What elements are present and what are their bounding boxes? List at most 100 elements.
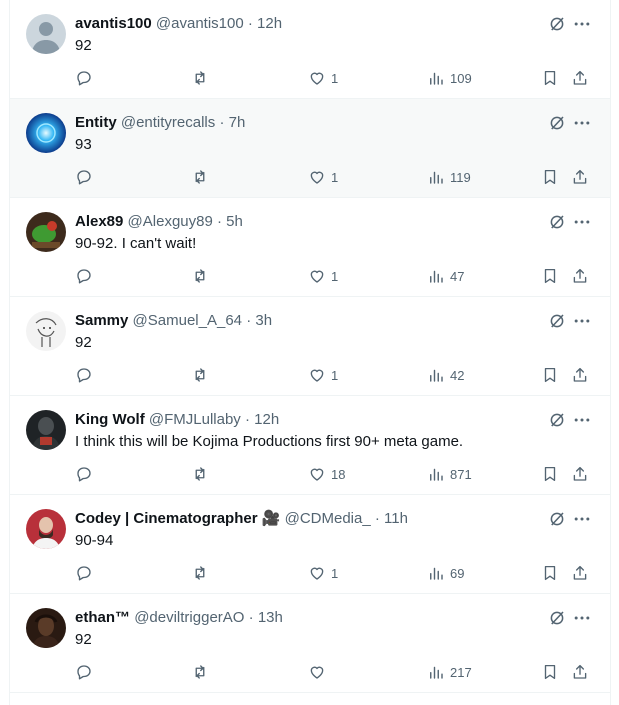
user-handle[interactable]: @entityrecalls: [121, 114, 215, 131]
retweet-button[interactable]: [191, 364, 214, 386]
bookmark-button[interactable]: [541, 265, 559, 287]
retweet-button[interactable]: [191, 265, 214, 287]
views-count: 119: [450, 169, 471, 185]
tweet[interactable]: ethan™ @deviltriggerAO · 13h 92 217: [10, 594, 610, 693]
action-bar: 1 109: [75, 67, 595, 89]
retweet-button[interactable]: [191, 562, 214, 584]
like-button[interactable]: 1: [308, 562, 338, 584]
display-name[interactable]: Entity: [75, 114, 117, 131]
share-button[interactable]: [571, 463, 589, 485]
timestamp[interactable]: 12h: [254, 411, 279, 428]
tweet[interactable]: Sammy @Samuel_A_64 · 3h 92 1 42: [10, 297, 610, 396]
user-handle[interactable]: @Samuel_A_64: [133, 312, 242, 329]
avatar[interactable]: [26, 311, 66, 351]
more-icon[interactable]: [572, 311, 592, 331]
avatar[interactable]: [26, 113, 66, 153]
display-name[interactable]: Sammy: [75, 312, 128, 329]
more-icon[interactable]: [572, 608, 592, 628]
reply-button[interactable]: [75, 661, 98, 683]
user-handle[interactable]: @deviltriggerAO: [134, 609, 244, 626]
grok-icon[interactable]: [548, 411, 566, 429]
retweet-button[interactable]: [191, 661, 214, 683]
tweet[interactable]: Alex89 @Alexguy89 · 5h 90-92. I can't wa…: [10, 198, 610, 297]
share-button[interactable]: [571, 661, 589, 683]
tweet[interactable]: Codey | Cinematographer 🎥 @CDMedia_ · 11…: [10, 495, 610, 594]
views-button[interactable]: 42: [427, 364, 464, 386]
grok-icon[interactable]: [548, 510, 566, 528]
like-button[interactable]: 1: [308, 265, 338, 287]
user-handle[interactable]: @avantis100: [156, 15, 244, 32]
bookmark-button[interactable]: [541, 463, 559, 485]
display-name[interactable]: Alex89: [75, 213, 123, 230]
more-icon[interactable]: [572, 212, 592, 232]
like-button[interactable]: 1: [308, 67, 338, 89]
separator-dot: ·: [247, 15, 253, 32]
more-icon[interactable]: [572, 509, 592, 529]
avatar[interactable]: [26, 212, 66, 252]
grok-icon[interactable]: [548, 114, 566, 132]
display-name[interactable]: avantis100: [75, 15, 152, 32]
bookmark-button[interactable]: [541, 166, 559, 188]
retweet-button[interactable]: [191, 67, 214, 89]
views-button[interactable]: 47: [427, 265, 464, 287]
like-button[interactable]: 1: [308, 166, 338, 188]
timestamp[interactable]: 12h: [257, 15, 282, 32]
like-button[interactable]: 18: [308, 463, 345, 485]
timestamp[interactable]: 5h: [226, 213, 243, 230]
share-button[interactable]: [571, 265, 589, 287]
share-button[interactable]: [571, 166, 589, 188]
views-button[interactable]: 69: [427, 562, 464, 584]
share-icon: [573, 70, 587, 85]
like-icon: [310, 72, 324, 85]
user-handle[interactable]: @FMJLullaby: [149, 411, 241, 428]
retweet-button[interactable]: [191, 463, 214, 485]
user-handle[interactable]: @CDMedia_: [285, 510, 371, 527]
like-icon: [310, 270, 324, 283]
timestamp[interactable]: 3h: [255, 312, 272, 329]
more-icon[interactable]: [572, 113, 592, 133]
more-icon[interactable]: [572, 410, 592, 430]
timestamp[interactable]: 7h: [229, 114, 246, 131]
share-button[interactable]: [571, 562, 589, 584]
timestamp[interactable]: 13h: [258, 609, 283, 626]
reply-button[interactable]: [75, 67, 98, 89]
avatar[interactable]: [26, 509, 66, 549]
reply-button[interactable]: [75, 166, 98, 188]
reply-button[interactable]: [75, 463, 98, 485]
display-name[interactable]: King Wolf: [75, 411, 145, 428]
bookmark-button[interactable]: [541, 562, 559, 584]
retweet-icon: [195, 71, 205, 85]
grok-icon[interactable]: [548, 312, 566, 330]
reply-icon: [77, 170, 91, 185]
tweet[interactable]: King Wolf @FMJLullaby · 12h I think this…: [10, 396, 610, 495]
grok-icon[interactable]: [548, 609, 566, 627]
retweet-button[interactable]: [191, 166, 214, 188]
views-button[interactable]: 119: [427, 166, 471, 188]
retweet-icon: [195, 269, 205, 283]
display-name[interactable]: Codey | Cinematographer 🎥: [75, 510, 280, 527]
bookmark-button[interactable]: [541, 364, 559, 386]
bookmark-button[interactable]: [541, 661, 559, 683]
timestamp[interactable]: 11h: [384, 510, 408, 527]
grok-icon[interactable]: [548, 213, 566, 231]
views-button[interactable]: 109: [427, 67, 472, 89]
grok-icon[interactable]: [548, 15, 566, 33]
reply-button[interactable]: [75, 265, 98, 287]
more-icon[interactable]: [572, 14, 592, 34]
user-handle[interactable]: @Alexguy89: [128, 213, 213, 230]
share-button[interactable]: [571, 364, 589, 386]
share-button[interactable]: [571, 67, 589, 89]
like-button[interactable]: 1: [308, 364, 338, 386]
reply-button[interactable]: [75, 562, 98, 584]
like-button[interactable]: [308, 661, 331, 683]
bookmark-button[interactable]: [541, 67, 559, 89]
tweet[interactable]: Entity @entityrecalls · 7h 93 1 119: [10, 99, 610, 198]
avatar[interactable]: [26, 608, 66, 648]
views-button[interactable]: 217: [427, 661, 472, 683]
tweet[interactable]: avantis100 @avantis100 · 12h 92 1 109: [10, 0, 610, 99]
display-name[interactable]: ethan™: [75, 609, 130, 626]
avatar[interactable]: [26, 14, 66, 54]
reply-button[interactable]: [75, 364, 98, 386]
views-button[interactable]: 871: [427, 463, 472, 485]
avatar[interactable]: [26, 410, 66, 450]
